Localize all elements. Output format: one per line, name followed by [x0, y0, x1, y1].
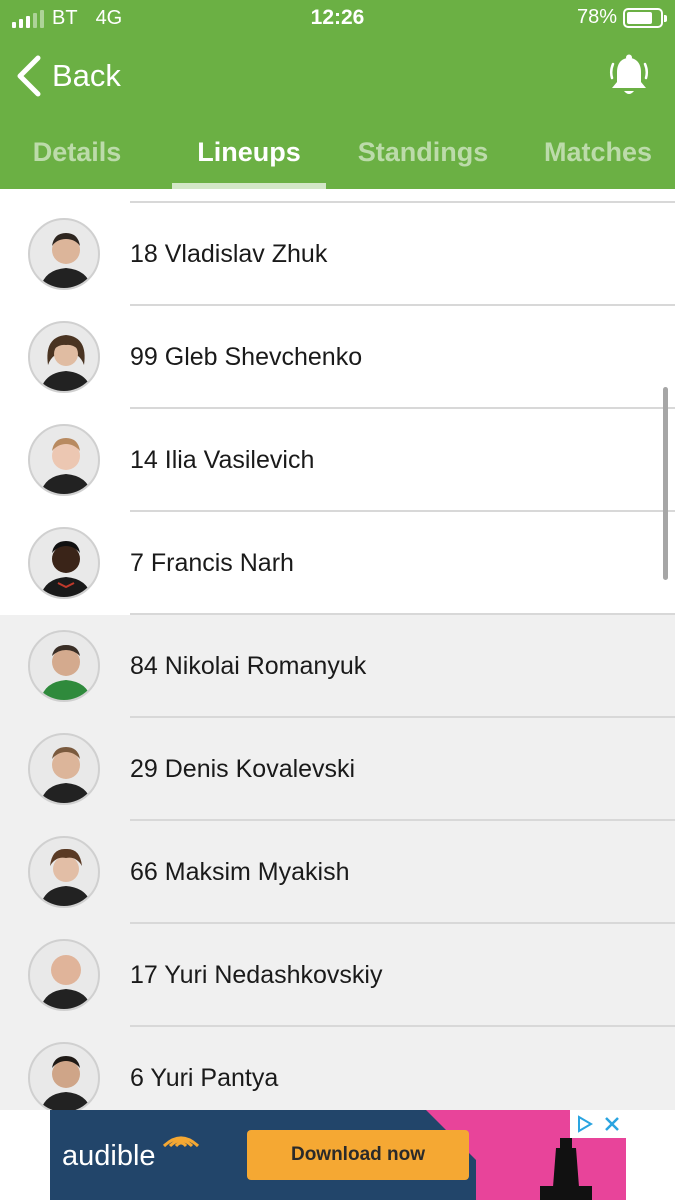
player-photo [28, 939, 100, 1011]
player-name: 17 Yuri Nedashkovskiy [130, 961, 383, 989]
lineup-list[interactable]: 18 Vladislav Zhuk 99 Gleb Shevchenko 14 … [0, 189, 675, 1110]
back-label: Back [52, 58, 121, 93]
player-name: 14 Ilia Vasilevich [130, 446, 315, 474]
tab-standings[interactable]: Standings [346, 128, 500, 189]
player-name: 29 Denis Kovalevski [130, 755, 356, 783]
player-photo [28, 424, 100, 496]
nav-bar: Back [0, 50, 675, 110]
player-name: 6 Yuri Pantya [130, 1064, 279, 1092]
player-photo [28, 836, 100, 908]
app-header: BT 4G 12:26 78% Back Details Lineups Sta… [0, 0, 675, 189]
ad-banner[interactable]: audible Download now [50, 1110, 626, 1200]
player-row[interactable]: 84 Nikolai Romanyuk [0, 615, 675, 718]
player-photo [28, 733, 100, 805]
battery-icon [623, 7, 667, 28]
player-photo [28, 321, 100, 393]
back-button[interactable]: Back [14, 54, 121, 98]
ad-brand-logo: audible [62, 1140, 156, 1172]
ad-choices[interactable] [570, 1110, 626, 1138]
player-photo [28, 527, 100, 599]
player-row[interactable]: 14 Ilia Vasilevich [0, 409, 675, 512]
player-row[interactable]: 17 Yuri Nedashkovskiy [0, 924, 675, 1027]
player-row[interactable]: 66 Maksim Myakish [0, 821, 675, 924]
player-name: 18 Vladislav Zhuk [130, 240, 328, 268]
chevron-left-icon [17, 55, 41, 97]
tab-lineups[interactable]: Lineups [172, 128, 326, 189]
ad-info-icon[interactable] [570, 1110, 598, 1138]
player-name: 99 Gleb Shevchenko [130, 343, 363, 371]
battery-percent: 78% [576, 6, 617, 28]
player-row[interactable]: 6 Yuri Pantya [0, 1027, 675, 1110]
player-name: 7 Francis Narh [130, 549, 294, 577]
player-row[interactable]: 7 Francis Narh [0, 512, 675, 615]
player-photo [28, 218, 100, 290]
player-row[interactable]: 18 Vladislav Zhuk [0, 203, 675, 306]
status-time: 12:26 [310, 6, 365, 29]
scroll-indicator[interactable] [663, 387, 668, 580]
status-right: 78% [576, 6, 667, 29]
lighthouse-icon [540, 1138, 592, 1200]
player-name: 66 Maksim Myakish [130, 858, 350, 886]
battery-fill [627, 11, 652, 24]
ad-download-button[interactable]: Download now [247, 1130, 469, 1180]
tab-bar: Details Lineups Standings Matches [0, 128, 675, 189]
player-row[interactable]: 29 Denis Kovalevski [0, 718, 675, 821]
player-photo [28, 1042, 100, 1110]
status-bar: BT 4G 12:26 78% [0, 0, 675, 40]
player-photo [28, 630, 100, 702]
audible-wave-icon [162, 1136, 200, 1148]
player-row[interactable]: 99 Gleb Shevchenko [0, 306, 675, 409]
tab-details[interactable]: Details [0, 128, 154, 189]
ad-close-icon[interactable] [598, 1110, 626, 1138]
tab-matches[interactable]: Matches [521, 128, 675, 189]
bell-icon[interactable] [609, 54, 649, 98]
player-name: 84 Nikolai Romanyuk [130, 652, 367, 680]
